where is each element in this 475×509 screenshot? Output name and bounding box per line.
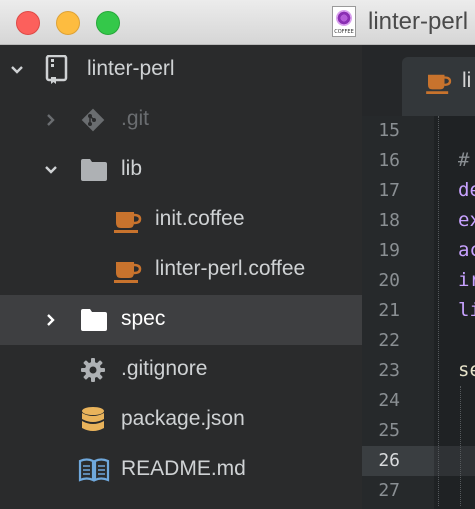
code-text: li	[458, 299, 475, 321]
code-line[interactable]: #	[434, 146, 475, 176]
indent-guide	[460, 386, 461, 506]
tree-item-label: lib	[121, 157, 143, 180]
line-number-text: 25	[378, 420, 400, 441]
coffee-icon	[426, 74, 452, 94]
book-icon	[78, 458, 110, 482]
coffee-icon	[114, 212, 142, 233]
code-line[interactable]: de	[434, 176, 475, 206]
code-line[interactable]	[434, 116, 475, 146]
line-number-text: 21	[378, 300, 400, 321]
line-number-text: 16	[378, 150, 400, 171]
code-line[interactable]	[434, 326, 475, 356]
chevron-down-icon[interactable]	[10, 63, 24, 77]
line-number-text: 15	[378, 120, 400, 141]
tree-item-git[interactable]: .git	[0, 95, 362, 145]
editor-pane: li 15 16 17 18 19 20 21 22 23 24 25 26 27 # de ex ac ir l…	[362, 45, 475, 509]
line-number: 25	[362, 416, 434, 446]
code-line[interactable]	[434, 446, 475, 476]
code-line[interactable]: li	[434, 296, 475, 326]
tree-item-readme[interactable]: README.md	[0, 445, 362, 495]
coffee-file-icon: COFFEE	[332, 6, 356, 37]
line-number: 21	[362, 296, 434, 326]
code-line[interactable]	[434, 416, 475, 446]
line-number: 27	[362, 476, 434, 506]
code-line[interactable]: ir	[434, 266, 475, 296]
folder-icon	[81, 309, 107, 331]
line-number-text: 27	[378, 480, 400, 501]
editor-tab-label: li	[462, 69, 472, 92]
line-number: 24	[362, 386, 434, 416]
code-text: ac	[458, 239, 475, 261]
code-text: se	[458, 359, 475, 381]
code-text: #	[458, 149, 470, 171]
zoom-window-button[interactable]	[96, 11, 120, 35]
line-number-text: 24	[378, 390, 400, 411]
tree-item-spec[interactable]: spec	[0, 295, 362, 345]
line-number: 20	[362, 266, 434, 296]
line-number-text: 19	[378, 240, 400, 261]
line-number-text: 17	[378, 180, 400, 201]
tree-item-package-json[interactable]: package.json	[0, 395, 362, 445]
tree-item-linter-perl[interactable]: linter-perl	[0, 45, 362, 95]
minimize-window-button[interactable]	[56, 11, 80, 35]
indent-guide	[438, 116, 439, 506]
line-number: 26	[362, 446, 434, 476]
editor-tab[interactable]: li	[402, 57, 475, 116]
line-number: 23	[362, 356, 434, 386]
code-text: de	[458, 179, 475, 201]
tab-bar: li	[362, 45, 475, 116]
tree-item-label: .git	[121, 107, 150, 130]
coffee-icon	[114, 262, 142, 283]
tree-item-label: linter-perl	[87, 57, 175, 80]
git-icon	[81, 108, 105, 132]
code-text: ir	[458, 269, 475, 291]
tree-item-init-coffee[interactable]: init.coffee	[0, 195, 362, 245]
tree-item-label: package.json	[121, 407, 245, 430]
line-number: 18	[362, 206, 434, 236]
chevron-right-icon[interactable]	[44, 113, 58, 127]
line-number-text: 23	[378, 360, 400, 381]
line-number: 22	[362, 326, 434, 356]
code-line[interactable]: ex	[434, 206, 475, 236]
database-icon	[82, 407, 104, 431]
code-line[interactable]	[434, 386, 475, 416]
code-text: ex	[458, 209, 475, 231]
code-line[interactable]	[434, 476, 475, 506]
line-number: 15	[362, 116, 434, 146]
tree-view: linter-perl .git lib init.coffee linter-…	[0, 45, 362, 509]
tree-item-gitignore[interactable]: .gitignore	[0, 345, 362, 395]
tree-item-label: linter-perl.coffee	[155, 257, 306, 280]
line-number: 17	[362, 176, 434, 206]
line-number: 16	[362, 146, 434, 176]
tree-item-label: README.md	[121, 457, 246, 480]
code-line[interactable]: se	[434, 356, 475, 386]
chevron-right-icon[interactable]	[44, 313, 58, 327]
tree-item-label: init.coffee	[155, 207, 245, 230]
gear-icon	[81, 358, 105, 382]
line-number-text: 20	[378, 270, 400, 291]
line-number-text: 22	[378, 330, 400, 351]
tree-item-label: .gitignore	[121, 357, 208, 380]
line-number-text: 26	[378, 450, 400, 471]
tree-item-lib[interactable]: lib	[0, 145, 362, 195]
tree-item-linter-perl-coffee[interactable]: linter-perl.coffee	[0, 245, 362, 295]
doc-icon-label: COFFEE	[334, 29, 354, 35]
chevron-down-icon[interactable]	[44, 163, 58, 177]
line-number: 19	[362, 236, 434, 266]
line-number-gutter: 15 16 17 18 19 20 21 22 23 24 25 26 27	[362, 116, 434, 509]
window-title: linter-perl	[368, 8, 469, 35]
tree-item-label: spec	[121, 307, 166, 330]
repo-icon	[45, 55, 68, 84]
title-bar: COFFEE linter-perl	[0, 0, 475, 45]
line-number-text: 18	[378, 210, 400, 231]
code-line[interactable]: ac	[434, 236, 475, 266]
close-window-button[interactable]	[16, 11, 40, 35]
folder-icon	[81, 159, 107, 181]
